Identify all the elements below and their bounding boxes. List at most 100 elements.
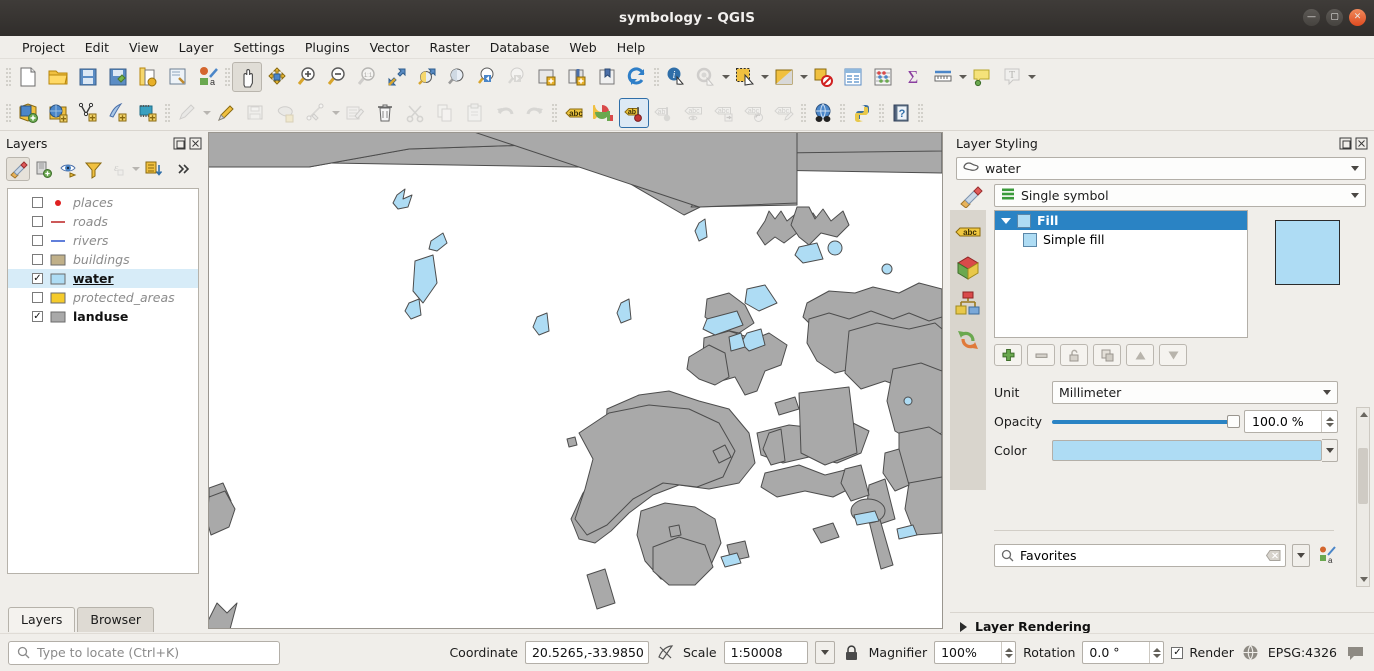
menu-edit[interactable]: Edit bbox=[75, 38, 119, 57]
diagrams-tab-icon[interactable] bbox=[954, 290, 982, 318]
manage-map-themes-icon[interactable] bbox=[56, 157, 80, 181]
vertex-tool-icon[interactable] bbox=[301, 98, 331, 128]
layer-row-roads[interactable]: roads bbox=[8, 212, 198, 231]
style-manager-icon[interactable]: a bbox=[1316, 545, 1338, 567]
rotation-field[interactable]: 0.0 ° bbox=[1082, 641, 1165, 664]
lock-scale-icon[interactable] bbox=[842, 643, 862, 663]
add-delimited-text-layer-icon[interactable] bbox=[103, 98, 133, 128]
toolbar-grip[interactable] bbox=[838, 100, 847, 126]
move-label-icon[interactable]: abc bbox=[709, 98, 739, 128]
color-dropdown-icon[interactable] bbox=[1322, 439, 1338, 462]
toolbar-grip[interactable] bbox=[4, 100, 13, 126]
chevron-down-icon[interactable] bbox=[1317, 382, 1337, 403]
copy-features-icon[interactable] bbox=[430, 98, 460, 128]
measure-line-icon[interactable] bbox=[928, 62, 958, 92]
styling-scrollbar[interactable] bbox=[1356, 407, 1370, 587]
layer-visibility-checkbox[interactable] bbox=[32, 235, 43, 246]
deselect-features-icon[interactable] bbox=[808, 62, 838, 92]
add-postgis-layer-icon[interactable] bbox=[133, 98, 163, 128]
cut-features-icon[interactable] bbox=[400, 98, 430, 128]
chevron-right-icon[interactable] bbox=[960, 621, 967, 632]
color-picker-button[interactable] bbox=[1052, 440, 1322, 461]
undock-panel-icon[interactable] bbox=[1339, 137, 1352, 150]
tab-layers[interactable]: Layers bbox=[8, 607, 76, 632]
chevron-down-icon[interactable] bbox=[1345, 158, 1365, 179]
opacity-spinbox[interactable]: 100.0 % bbox=[1244, 410, 1338, 433]
new-map-view-icon[interactable] bbox=[532, 62, 562, 92]
change-label-icon[interactable]: abc bbox=[769, 98, 799, 128]
label-icon[interactable]: abc bbox=[559, 98, 589, 128]
menu-web[interactable]: Web bbox=[559, 38, 606, 57]
python-console-icon[interactable] bbox=[847, 98, 877, 128]
rotate-label-icon[interactable]: abc bbox=[739, 98, 769, 128]
pan-to-selection-icon[interactable] bbox=[262, 62, 292, 92]
close-panel-icon[interactable] bbox=[189, 137, 202, 150]
attribute-table-icon[interactable] bbox=[838, 62, 868, 92]
layer-selector-combo[interactable]: water bbox=[956, 157, 1366, 180]
scroll-up-arrow[interactable] bbox=[1357, 408, 1371, 421]
menu-help[interactable]: Help bbox=[607, 38, 656, 57]
layout-manager-icon[interactable] bbox=[163, 62, 193, 92]
text-annotation-icon[interactable]: T bbox=[997, 62, 1027, 92]
statistical-summary-icon[interactable]: Σ bbox=[898, 62, 928, 92]
help-icon[interactable]: ? bbox=[886, 98, 916, 128]
layer-visibility-checkbox[interactable] bbox=[32, 216, 43, 227]
globe-icon[interactable] bbox=[1241, 643, 1261, 663]
scale-field[interactable]: 1:50008 bbox=[723, 641, 808, 664]
layer-visibility-checkbox[interactable] bbox=[32, 197, 43, 208]
toolbar-grip[interactable] bbox=[223, 64, 232, 90]
history-tab-undo-icon[interactable] bbox=[954, 326, 982, 354]
toolbar-grip[interactable] bbox=[877, 100, 886, 126]
scroll-down-arrow[interactable] bbox=[1357, 573, 1371, 586]
pin-labels-icon[interactable]: ab bbox=[619, 97, 649, 128]
bookmarks-icon[interactable] bbox=[592, 62, 622, 92]
lock-layer-colors-button[interactable] bbox=[1060, 344, 1088, 366]
locator-input[interactable]: Type to locate (Ctrl+K) bbox=[8, 640, 280, 665]
delete-selected-icon[interactable] bbox=[370, 98, 400, 128]
zoom-in-icon[interactable] bbox=[292, 62, 322, 92]
zoom-next-icon[interactable] bbox=[502, 62, 532, 92]
map-tips-icon[interactable] bbox=[967, 62, 997, 92]
select-by-value-icon[interactable] bbox=[769, 62, 799, 92]
duplicate-symbol-layer-button[interactable] bbox=[1093, 344, 1121, 366]
save-layer-edits-icon[interactable] bbox=[241, 98, 271, 128]
menu-view[interactable]: View bbox=[119, 38, 169, 57]
open-project-icon[interactable] bbox=[43, 62, 73, 92]
add-group-icon[interactable] bbox=[31, 157, 55, 181]
save-project-icon[interactable] bbox=[73, 62, 103, 92]
zoom-selection-icon[interactable] bbox=[412, 62, 442, 92]
tab-browser[interactable]: Browser bbox=[77, 607, 155, 632]
measure-dropdown-icon[interactable] bbox=[958, 62, 967, 92]
scrollbar-thumb[interactable] bbox=[1358, 448, 1368, 504]
layer-row-rivers[interactable]: rivers bbox=[8, 231, 198, 250]
identify-features-icon[interactable]: i bbox=[661, 62, 691, 92]
magnifier-field[interactable]: 100% bbox=[934, 641, 1017, 664]
new-project-icon[interactable] bbox=[13, 62, 43, 92]
zoom-layer-icon[interactable] bbox=[442, 62, 472, 92]
expand-all-icon[interactable] bbox=[141, 157, 165, 181]
unit-combo[interactable]: Millimeter bbox=[1052, 381, 1338, 404]
diagram-icon[interactable] bbox=[589, 98, 619, 128]
layer-visibility-checkbox[interactable]: ✓ bbox=[32, 273, 43, 284]
menu-raster[interactable]: Raster bbox=[419, 38, 479, 57]
current-edits-dropdown-icon[interactable] bbox=[202, 98, 211, 128]
add-mesh-layer-icon[interactable] bbox=[73, 98, 103, 128]
vertex-tool-dropdown-icon[interactable] bbox=[331, 98, 340, 128]
close-button[interactable]: ✕ bbox=[1349, 9, 1366, 26]
select-value-dropdown-icon[interactable] bbox=[799, 62, 808, 92]
select-features-icon[interactable] bbox=[730, 62, 760, 92]
save-project-as-icon[interactable] bbox=[103, 62, 133, 92]
add-raster-layer-icon[interactable] bbox=[43, 98, 73, 128]
field-calculator-icon[interactable] bbox=[868, 62, 898, 92]
open-layer-styling-panel-icon[interactable] bbox=[6, 157, 30, 181]
style-manager-icon[interactable]: a bbox=[193, 62, 223, 92]
zoom-native-icon[interactable]: 1:1 bbox=[352, 62, 382, 92]
opacity-slider[interactable] bbox=[1052, 411, 1240, 432]
toolbar-grip[interactable] bbox=[550, 100, 559, 126]
new-print-layout-icon[interactable] bbox=[133, 62, 163, 92]
layers-panel-overflow-icon[interactable] bbox=[172, 157, 196, 181]
layer-row-buildings[interactable]: buildings bbox=[8, 250, 198, 269]
remove-symbol-layer-button[interactable] bbox=[1027, 344, 1055, 366]
toolbar-grip[interactable] bbox=[652, 64, 661, 90]
layer-row-water[interactable]: ✓ water bbox=[8, 269, 198, 288]
